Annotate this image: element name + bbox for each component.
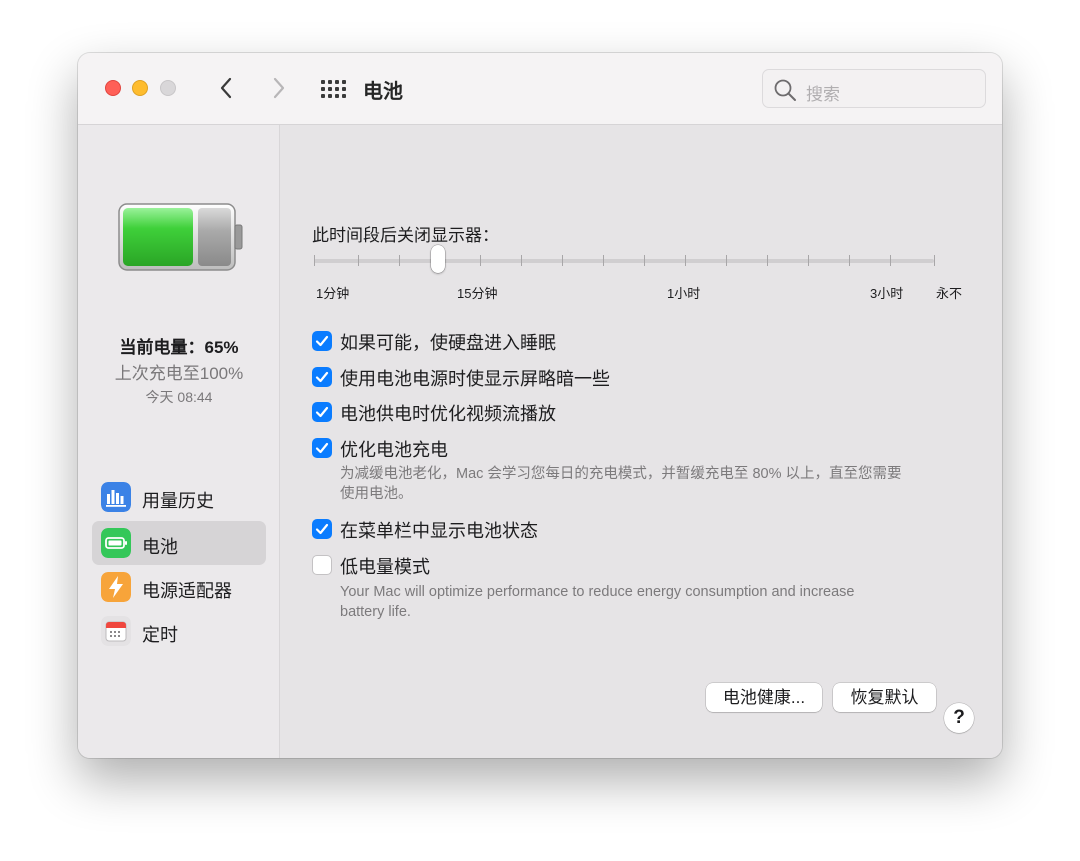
checkbox[interactable] [312, 519, 332, 539]
search-field[interactable]: 搜索 [762, 69, 986, 108]
checkbox[interactable] [312, 402, 332, 422]
last-charged-label: 上次充电至100% [114, 364, 244, 383]
lightning-icon [101, 572, 131, 602]
option-label: 电池供电时优化视频流播放 [340, 404, 556, 424]
option-label: 低电量模式 [340, 557, 430, 577]
checkbox[interactable] [312, 367, 332, 387]
sidebar-item-label: 用量历史 [142, 491, 214, 511]
slider-tick [521, 255, 522, 266]
slider-tick [314, 255, 315, 266]
checkmark-icon [315, 523, 329, 535]
help-button[interactable]: ? [944, 703, 974, 733]
sidebar-item-schedule[interactable]: 定时 [92, 609, 266, 653]
slider-tick [603, 255, 604, 266]
slider-thumb[interactable] [431, 245, 445, 273]
description-line: 为减缓电池老化，Mac 会学习您每日的充电模式，并暂缓充电至 80% 以上，直至… [340, 466, 902, 482]
option-label: 优化电池充电 [340, 440, 448, 460]
minimize-button[interactable] [132, 80, 148, 96]
sidebar-item-label: 电池 [142, 537, 178, 557]
last-charged-time: 今天 08:44 [145, 389, 213, 405]
slider-tick [890, 255, 891, 266]
checkbox[interactable] [312, 331, 332, 351]
checkmark-icon [315, 335, 329, 347]
low-power-description: Your Mac will optimize performance to re… [340, 582, 854, 622]
checkbox[interactable] [312, 438, 332, 458]
slider-tick [934, 255, 935, 266]
battery-icon [101, 528, 131, 558]
battery-level-icon [118, 203, 243, 271]
close-button[interactable] [105, 80, 121, 96]
sidebar-item-battery[interactable]: 电池 [92, 521, 266, 565]
description-line: battery life. [340, 604, 411, 620]
slider-tick [644, 255, 645, 266]
battery-health-button[interactable]: 电池健康... [706, 683, 822, 712]
slider-tick-label: 3小时 [870, 286, 904, 301]
slider-tick [399, 255, 400, 266]
current-charge-label: 当前电量：65% [119, 338, 239, 357]
sidebar-item-label: 电源适配器 [142, 581, 232, 601]
bar-chart-icon [101, 482, 131, 512]
display-off-slider[interactable] [314, 259, 934, 263]
forward-button[interactable] [266, 75, 290, 101]
battery-preferences-window: 电池 搜索 当前电量：65% 上次充电至100% 今天 08:44 用量历史 电… [78, 53, 1002, 758]
description-line: Your Mac will optimize performance to re… [340, 584, 855, 600]
slider-tick [685, 255, 686, 266]
slider-tick [849, 255, 850, 266]
chevron-left-icon [220, 77, 232, 99]
option-label: 在菜单栏中显示电池状态 [340, 521, 538, 541]
slider-tick [808, 255, 809, 266]
slider-tick [480, 255, 481, 266]
window-title: 电池 [363, 81, 403, 103]
sidebar-item-label: 定时 [142, 625, 178, 645]
slider-tick [726, 255, 727, 266]
back-button[interactable] [215, 75, 239, 101]
restore-defaults-button[interactable]: 恢复默认 [833, 683, 936, 712]
search-placeholder: 搜索 [806, 85, 840, 104]
slider-tick [358, 255, 359, 266]
slider-tick [562, 255, 563, 266]
checkmark-icon [315, 371, 329, 383]
checkmark-icon [315, 442, 329, 454]
battery-fill-level [123, 208, 193, 266]
battery-settings-pane: 此时间段后关闭显示器： 1分钟 15分钟 1小时 3小时 永不 如果可能，使硬盘… [280, 125, 1002, 758]
zoom-button[interactable] [160, 80, 176, 96]
slider-tick-label: 1小时 [667, 286, 701, 301]
optimized-charging-description: 为减缓电池老化，Mac 会学习您每日的充电模式，并暂缓充电至 80% 以上，直至… [340, 464, 902, 504]
slider-tick-label: 15分钟 [457, 286, 498, 301]
search-icon [774, 79, 796, 101]
checkmark-icon [315, 406, 329, 418]
display-off-label: 此时间段后关闭显示器： [312, 226, 499, 245]
sidebar: 当前电量：65% 上次充电至100% 今天 08:44 用量历史 电池 电源适配… [78, 125, 280, 758]
slider-tick-label: 1分钟 [316, 286, 350, 301]
slider-tick [767, 255, 768, 266]
show-all-grid-button[interactable] [321, 80, 347, 98]
calendar-icon [101, 616, 131, 646]
sidebar-item-usage-history[interactable]: 用量历史 [92, 475, 266, 519]
sidebar-item-power-adapter[interactable]: 电源适配器 [92, 565, 266, 609]
description-line: 使用电池。 [340, 486, 413, 502]
slider-tick-label: 永不 [936, 286, 963, 301]
grid-icon [321, 80, 346, 98]
option-label: 使用电池电源时使显示屏略暗一些 [340, 369, 610, 389]
chevron-right-icon [273, 77, 285, 99]
title-bar: 电池 搜索 [78, 53, 1002, 125]
option-label: 如果可能，使硬盘进入睡眠 [340, 333, 556, 353]
checkbox[interactable] [312, 555, 332, 575]
